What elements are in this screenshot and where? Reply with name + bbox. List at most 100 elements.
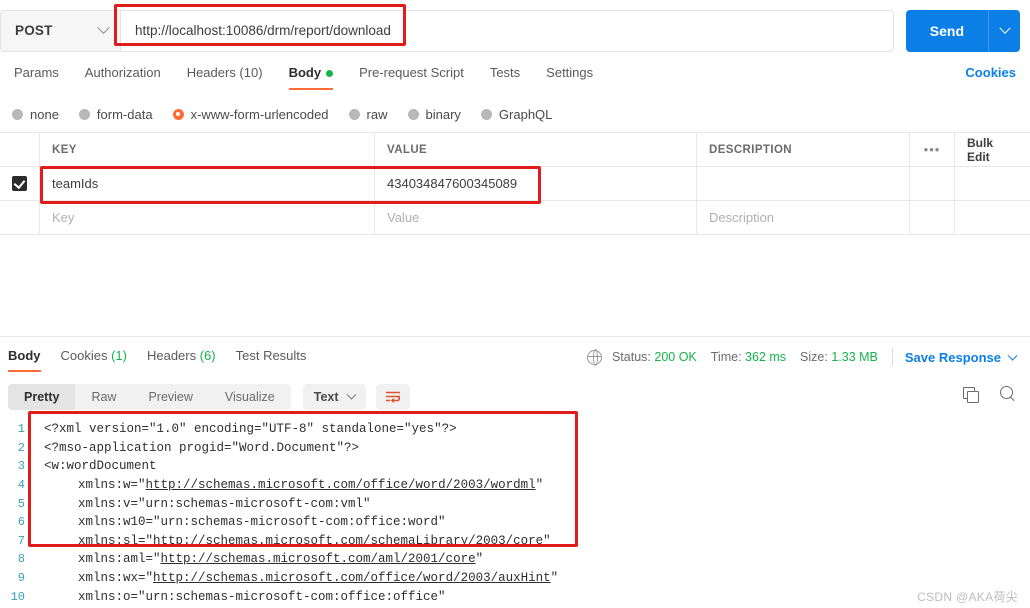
table-row-empty: Key Value Description <box>0 200 1030 235</box>
empty-description-cell[interactable]: Description <box>697 201 910 234</box>
radio-icon <box>78 108 90 120</box>
radio-label: form-data <box>96 106 153 122</box>
view-mode-visualize[interactable]: Visualize <box>209 384 291 410</box>
response-body-code[interactable]: 1 <?xml version="1.0" encoding="UTF-8" st… <box>0 420 1030 608</box>
tab-count: (6) <box>196 348 216 363</box>
header-label: DESCRIPTION <box>709 143 792 156</box>
time-badge: Time: 362 ms <box>711 350 786 364</box>
response-tab-cookies[interactable]: Cookies (1) <box>61 346 127 372</box>
time-value: 362 ms <box>745 350 787 364</box>
wrap-lines-button[interactable] <box>375 384 410 410</box>
meta-divider <box>891 348 893 366</box>
line-number: 2 <box>17 440 25 455</box>
response-view-toolbar: Pretty Raw Preview Visualize Text <box>8 384 410 410</box>
code-line: 1 <?xml version="1.0" encoding="UTF-8" st… <box>0 420 1030 439</box>
code-text: xmlns:sl="http://schemas.microsoft.com/s… <box>78 533 551 548</box>
code-line: 9 xmlns:wx="http://schemas.microsoft.com/… <box>0 569 1030 588</box>
header-value: VALUE <box>375 133 697 166</box>
response-tab-body[interactable]: Body <box>8 346 41 372</box>
body-type-none[interactable]: none <box>12 107 59 122</box>
format-label: Text <box>313 390 339 404</box>
save-response-label: Save Response <box>904 349 1001 365</box>
row-value-text: 434034847600345089 <box>387 176 518 191</box>
code-text: xmlns:o="urn:schemas-microsoft-com:offic… <box>78 589 446 604</box>
http-method-dropdown[interactable]: POST <box>0 9 120 52</box>
header-checkbox-cell <box>0 133 40 166</box>
body-type-x-www-form-urlencoded[interactable]: x-www-form-urlencoded <box>172 107 329 122</box>
tab-authorization[interactable]: Authorization <box>85 62 161 90</box>
table-more-options-button[interactable]: ••• <box>910 133 955 166</box>
tab-label: Body <box>288 65 322 80</box>
tab-label: Tests <box>489 65 521 80</box>
code-line: 3 <w:wordDocument <box>0 457 1030 476</box>
response-tab-test-results[interactable]: Test Results <box>236 346 307 372</box>
tab-params[interactable]: Params <box>14 62 59 90</box>
response-tab-headers[interactable]: Headers (6) <box>147 346 216 372</box>
radio-label: raw <box>366 106 388 122</box>
row-spacer-dots <box>910 167 955 200</box>
tab-settings[interactable]: Settings <box>546 62 593 90</box>
tab-label: Test Results <box>235 348 307 363</box>
tab-label: Authorization <box>84 65 161 80</box>
code-text: <?xml version="1.0" encoding="UTF-8" sta… <box>44 422 457 437</box>
line-number: 5 <box>17 496 25 511</box>
url-input[interactable] <box>120 9 894 52</box>
code-line: 8 xmlns:aml="http://schemas.microsoft.com… <box>0 550 1030 569</box>
body-type-binary[interactable]: binary <box>407 106 461 122</box>
line-number: 3 <box>17 459 25 474</box>
bulk-edit-button[interactable]: Bulk Edit <box>955 133 1030 166</box>
send-options-button[interactable] <box>988 9 1020 52</box>
response-divider <box>0 336 1030 337</box>
tab-label: Headers (10) <box>186 65 263 80</box>
params-table: KEY VALUE DESCRIPTION ••• Bulk Edit team… <box>0 132 1030 235</box>
radio-label: none <box>30 106 59 122</box>
view-mode-raw[interactable]: Raw <box>75 384 132 410</box>
empty-spacer-bulk <box>955 201 1030 234</box>
body-type-raw[interactable]: raw <box>348 106 388 122</box>
code-text: <w:wordDocument <box>44 459 157 474</box>
row-key-text: teamIds <box>52 176 99 191</box>
line-number: 10 <box>10 589 25 604</box>
code-line: 5 xmlns:v="urn:schemas-microsoft-com:vml" <box>0 494 1030 513</box>
header-key: KEY <box>40 133 375 166</box>
size-badge: Size: 1.33 MB <box>800 350 878 364</box>
row-key-cell[interactable]: teamIds <box>40 167 375 200</box>
body-type-graphql[interactable]: GraphQL <box>480 106 553 122</box>
tab-body[interactable]: Body <box>288 62 334 90</box>
tab-pre-request-script[interactable]: Pre-request Script <box>359 62 464 90</box>
search-icon[interactable] <box>1000 386 1016 402</box>
key-placeholder: Key <box>52 210 75 225</box>
status-value: 200 OK <box>654 350 697 364</box>
send-button[interactable]: Send <box>905 9 988 52</box>
radio-label: binary <box>425 106 461 122</box>
tab-label: Pre-request Script <box>359 65 464 80</box>
code-text: xmlns:v="urn:schemas-microsoft-com:vml" <box>78 496 371 511</box>
body-type-radio-group: none form-data x-www-form-urlencoded raw… <box>0 103 1030 125</box>
format-dropdown[interactable]: Text <box>302 384 366 410</box>
header-label: KEY <box>52 143 77 156</box>
row-checkbox[interactable] <box>12 176 27 191</box>
line-number: 1 <box>17 422 25 437</box>
empty-key-cell[interactable]: Key <box>40 201 375 234</box>
body-type-form-data[interactable]: form-data <box>78 106 153 122</box>
response-tools <box>963 386 1016 403</box>
tab-tests[interactable]: Tests <box>490 62 520 90</box>
body-active-dot-icon <box>326 70 334 78</box>
save-response-button[interactable]: Save Response <box>904 349 1018 365</box>
view-mode-pretty[interactable]: Pretty <box>8 384 76 410</box>
row-value-cell[interactable]: 434034847600345089 <box>375 167 697 200</box>
tab-headers[interactable]: Headers (10) <box>187 62 263 90</box>
watermark: CSDN @AKA荷尖 <box>917 590 1018 604</box>
code-text: xmlns:w10="urn:schemas-microsoft-com:off… <box>78 515 446 530</box>
request-url-bar: POST Send <box>0 3 1030 53</box>
cookies-link[interactable]: Cookies <box>965 65 1016 80</box>
row-description-cell[interactable] <box>697 167 910 200</box>
tab-count: (1) <box>107 348 127 363</box>
empty-value-cell[interactable]: Value <box>375 201 697 234</box>
radio-label: GraphQL <box>498 106 553 122</box>
copy-icon[interactable] <box>963 386 979 403</box>
radio-selected-icon <box>172 108 184 120</box>
wrap-lines-icon <box>385 391 400 403</box>
line-number: 8 <box>17 552 25 567</box>
view-mode-preview[interactable]: Preview <box>132 384 208 410</box>
